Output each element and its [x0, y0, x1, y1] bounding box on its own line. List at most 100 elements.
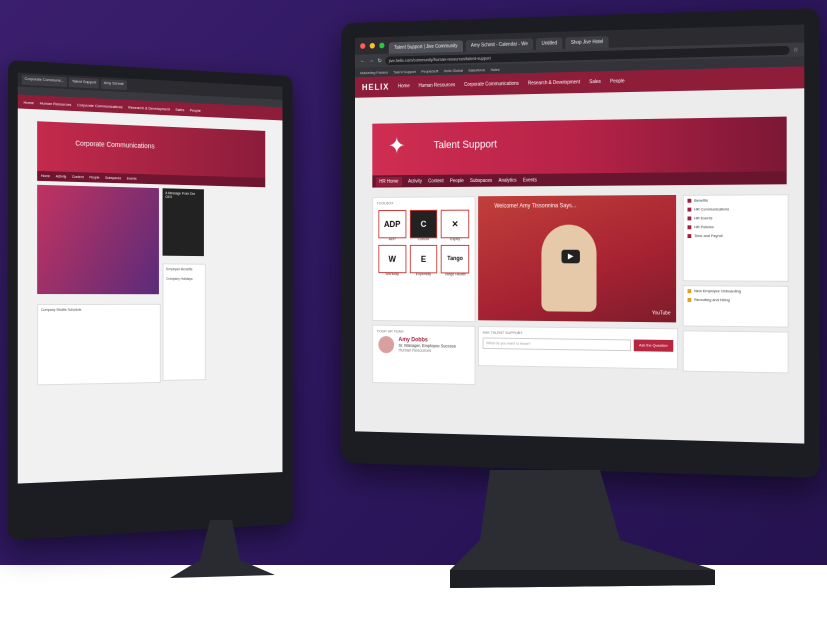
nav-link[interactable]: Human Resources: [419, 82, 456, 89]
ask-button[interactable]: Ask the Question: [633, 339, 673, 351]
left-news-card: Company Shuttle Schedule: [37, 304, 161, 386]
reload-icon[interactable]: ↻: [378, 57, 382, 64]
ask-widget: ASK TALENT SUPPORT What do you want to k…: [478, 326, 678, 370]
subnav-tab[interactable]: Activity: [56, 174, 67, 178]
tab-events[interactable]: Events: [523, 177, 537, 183]
hr-dept: Human Resources: [398, 348, 455, 354]
tab-content[interactable]: Content: [428, 178, 443, 184]
welcome-video[interactable]: Welcome! Amy Tissonnina Says... ▶ YouTub…: [478, 195, 676, 322]
nav-link[interactable]: Research & Development: [128, 104, 170, 111]
back-icon[interactable]: ←: [360, 58, 365, 64]
news-headline[interactable]: Company Shuttle Schedule: [38, 305, 160, 315]
nav-link[interactable]: Corporate Communications: [77, 102, 123, 109]
browser-tab[interactable]: Untitled: [536, 37, 562, 49]
browser-tab[interactable]: Corporate Communic...: [22, 75, 68, 87]
maximize-window-icon[interactable]: [379, 43, 384, 49]
nav-link[interactable]: Research & Development: [528, 80, 580, 87]
browser-tab[interactable]: Talent Support | Jive Community: [389, 40, 463, 53]
video-title[interactable]: Welcome! Amy Tissonnina Says...: [494, 203, 576, 209]
subnav-tab[interactable]: People: [89, 175, 99, 179]
tab-analytics[interactable]: Analytics: [498, 177, 516, 183]
helix-logo[interactable]: HELIX: [362, 82, 389, 92]
tool-label: Tango Health: [441, 271, 469, 276]
browser-tab[interactable]: Amy Schmit - Calendar - We: [466, 38, 534, 51]
adp-tile[interactable]: ADP: [378, 210, 406, 238]
youtube-logo[interactable]: YouTube: [652, 310, 671, 316]
forward-icon[interactable]: →: [369, 58, 374, 64]
bookmark[interactable]: PeopleSoft: [421, 68, 438, 73]
bookmark[interactable]: Sales: [491, 67, 500, 72]
close-window-icon[interactable]: [360, 43, 365, 49]
workday-tile[interactable]: W: [378, 245, 406, 273]
browser-tab[interactable]: Amy Schmit: [101, 79, 126, 90]
play-icon[interactable]: ▶: [562, 250, 580, 264]
left-side-card: Employee Benefits Company Holidays: [163, 263, 206, 381]
bookmark[interactable]: Marketing Folders: [360, 69, 388, 74]
place-title[interactable]: Talent Support: [434, 139, 497, 151]
browser-tab[interactable]: Shop Jive Hotel: [565, 36, 608, 49]
expiry-tile[interactable]: ✕: [441, 210, 469, 239]
side-widget: [683, 330, 789, 373]
nav-link[interactable]: People: [190, 107, 201, 112]
place-title: Corporate Communications: [75, 141, 154, 151]
subnav-tab[interactable]: Home: [41, 174, 50, 178]
bookmark[interactable]: Talent Support: [393, 69, 416, 74]
subnav-tab[interactable]: Subspaces: [105, 176, 121, 180]
tab-people[interactable]: People: [450, 178, 464, 184]
expensify-tile[interactable]: E: [410, 245, 438, 273]
subnav-tab[interactable]: Events: [127, 177, 137, 181]
presenter-image: [541, 225, 596, 312]
tab-hr-home[interactable]: HR Home: [376, 176, 402, 186]
page-icon: [688, 216, 692, 220]
left-screen: Corporate Communic... Talent Support Amy…: [18, 73, 283, 484]
page-icon: [688, 234, 692, 238]
toolbox-widget: TOOLBOX ADP ADP C Concur ✕ Expiry W Work…: [372, 196, 475, 322]
process-widget: New Employee Onboarding Recruiting and H…: [683, 285, 789, 327]
nav-link[interactable]: People: [610, 78, 625, 84]
tool-label: Expiry: [441, 236, 469, 241]
hr-links-widget: Benefits HR Communications HR Events HR …: [683, 194, 789, 282]
minimize-window-icon[interactable]: [370, 43, 375, 49]
bookmark[interactable]: Helix Global: [444, 67, 463, 72]
tab-subspaces[interactable]: Subspaces: [470, 178, 492, 184]
nav-link[interactable]: Corporate Communications: [464, 81, 519, 88]
browser-tab[interactable]: Talent Support: [69, 77, 99, 88]
right-monitor: Talent Support | Jive Community Amy Schm…: [341, 8, 820, 478]
star-icon[interactable]: ☆: [793, 46, 798, 53]
left-video-tile[interactable]: A Message From Our CEO: [163, 188, 204, 256]
page-icon: [688, 198, 692, 202]
process-link: Recruiting and Hiring: [684, 295, 788, 305]
folder-icon: [688, 298, 692, 302]
page-icon: [688, 207, 692, 211]
toolbox-header: TOOLBOX: [373, 197, 474, 208]
hr-link: HR Policies: [684, 222, 788, 231]
tango-tile[interactable]: Tango: [441, 245, 469, 274]
satellite-icon: ✦: [388, 133, 406, 161]
right-screen: Talent Support | Jive Community Amy Schm…: [355, 24, 804, 443]
video-caption: A Message From Our CEO: [163, 188, 204, 202]
nav-link[interactable]: Home: [24, 99, 34, 104]
folder-icon: [688, 289, 692, 293]
side-item[interactable]: Company Holidays: [163, 274, 204, 284]
right-monitor-stand: [430, 470, 720, 590]
tool-label: Concur: [410, 236, 438, 241]
nav-link[interactable]: Sales: [175, 106, 184, 111]
ask-input[interactable]: What do you want to know?: [483, 337, 631, 351]
subnav-tab[interactable]: Content: [72, 175, 84, 179]
avatar[interactable]: [378, 336, 394, 353]
bookmark[interactable]: Salesforce: [468, 67, 485, 72]
nav-link[interactable]: Sales: [589, 79, 601, 85]
tool-label: Expensify: [410, 271, 438, 276]
tool-label: ADP: [378, 236, 406, 241]
side-item[interactable]: Employee Benefits: [163, 264, 204, 274]
tab-activity[interactable]: Activity: [408, 178, 422, 184]
tool-label: Workday: [378, 271, 406, 276]
place-banner: ✦ Talent Support: [372, 117, 786, 176]
hr-link: HR Communications: [684, 204, 788, 213]
left-monitor-stand: [170, 520, 280, 580]
nav-link[interactable]: Human Resources: [40, 100, 72, 106]
nav-link[interactable]: Home: [398, 83, 410, 89]
hr-link: Time and Payroll: [684, 231, 788, 240]
left-hero-image[interactable]: [37, 185, 159, 294]
concur-tile[interactable]: C: [410, 210, 438, 238]
